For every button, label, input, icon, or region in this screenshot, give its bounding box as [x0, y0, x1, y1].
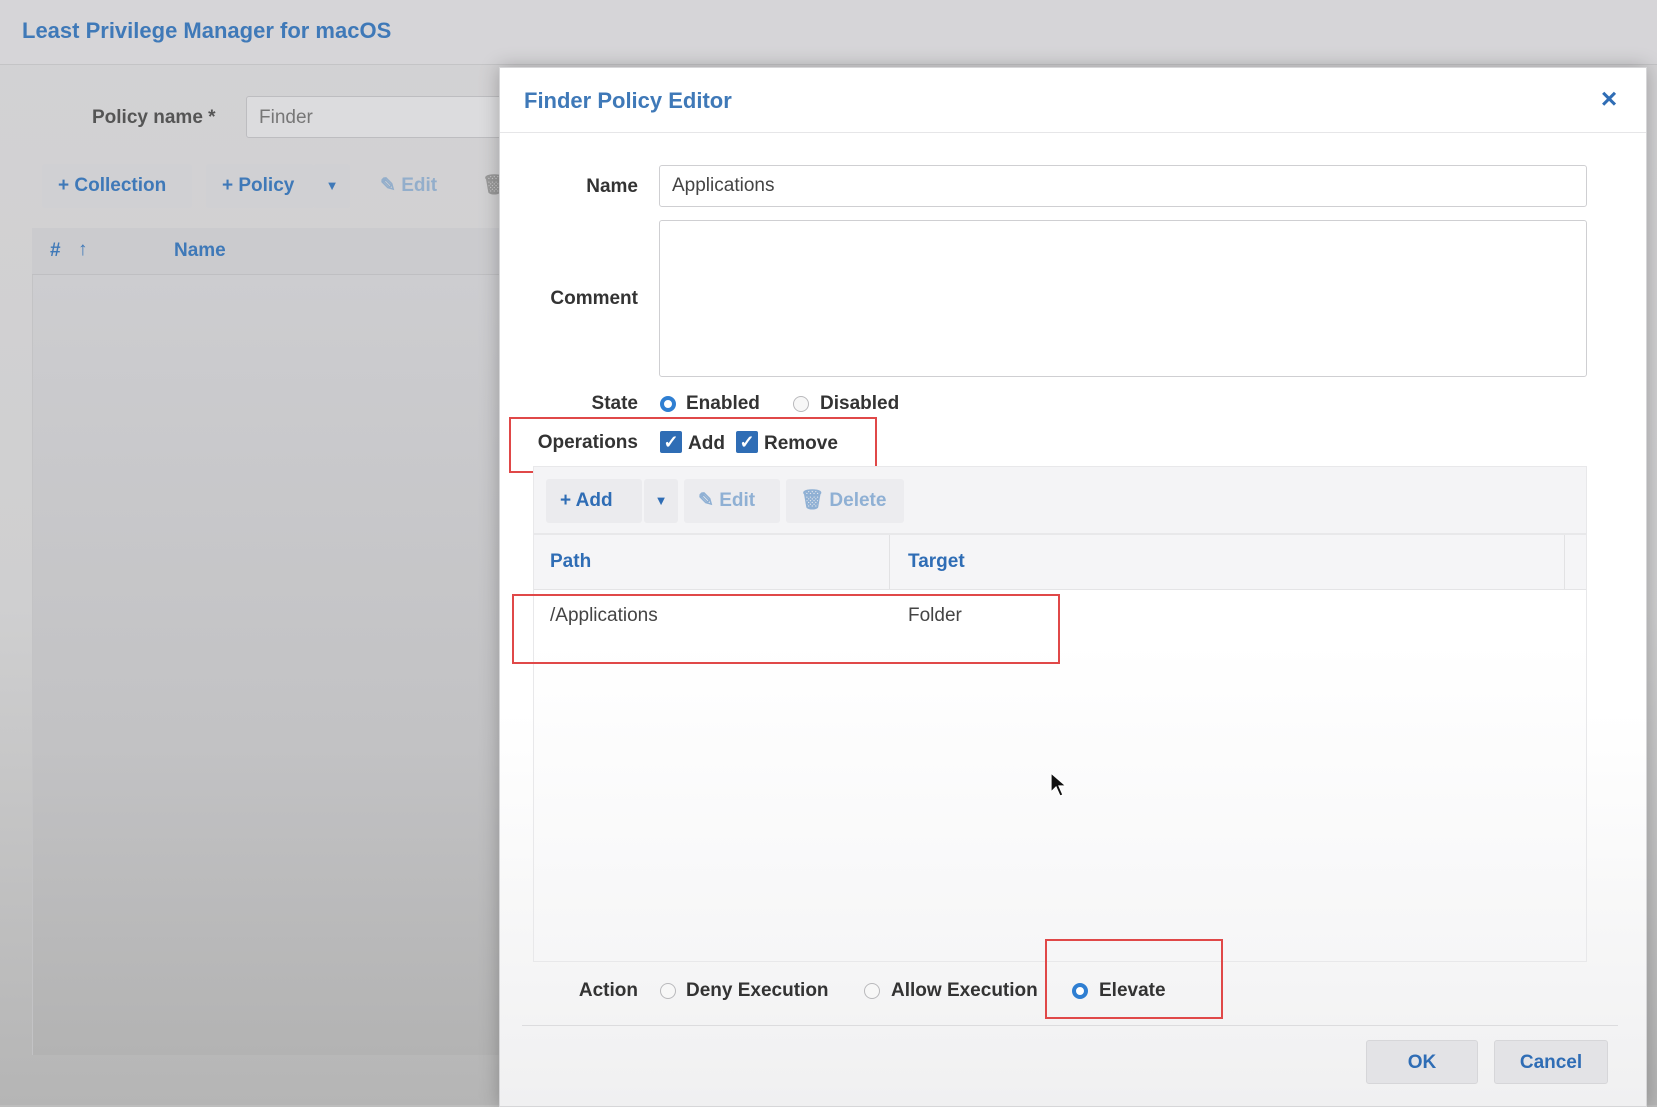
app-title: Least Privilege Manager for macOS	[22, 18, 392, 43]
name-label: Name	[586, 176, 638, 197]
policy-dropdown-icon[interactable]: ▼	[314, 164, 350, 208]
row-path-cell: /Applications	[550, 605, 658, 626]
path-edit-button[interactable]: ✎ Edit	[684, 479, 780, 523]
col-path[interactable]: Path	[550, 535, 591, 589]
path-delete-label: Delete	[829, 490, 887, 511]
action-deny-label[interactable]: Deny Execution	[686, 980, 829, 1002]
app-header: Least Privilege Manager for macOS	[0, 0, 1657, 65]
col-number[interactable]: #	[50, 240, 61, 262]
dialog-title: Finder Policy Editor	[524, 88, 732, 113]
pencil-icon: ✎	[380, 175, 402, 196]
dialog-header: Finder Policy Editor ×	[500, 68, 1646, 133]
action-allow-radio[interactable]	[864, 983, 880, 999]
path-toolbar: + Add ▼ ✎ Edit 🗑 Delete	[533, 466, 1587, 534]
state-disabled-radio[interactable]	[793, 396, 809, 412]
ok-button[interactable]: OK	[1366, 1040, 1478, 1084]
operations-label: Operations	[537, 432, 638, 453]
path-edit-label: Edit	[719, 490, 756, 511]
policy-name-label: Policy name *	[92, 107, 216, 128]
action-deny-radio[interactable]	[660, 983, 676, 999]
action-elevate-label[interactable]: Elevate	[1099, 980, 1166, 1002]
col-name[interactable]: Name	[174, 240, 226, 262]
app-edit-label: Edit	[401, 175, 438, 196]
footer-divider	[522, 1025, 1618, 1026]
state-disabled-label[interactable]: Disabled	[820, 393, 899, 415]
state-enabled-radio[interactable]	[660, 396, 676, 412]
row-target-cell: Folder	[908, 605, 962, 626]
operation-remove-checkbox[interactable]: ✓	[736, 431, 758, 453]
path-delete-button[interactable]: 🗑 Delete	[786, 479, 904, 523]
state-enabled-label[interactable]: Enabled	[686, 393, 760, 415]
column-divider	[1564, 535, 1565, 589]
operation-add-label[interactable]: Add	[688, 433, 725, 455]
state-label: State	[591, 393, 638, 414]
pencil-icon: ✎	[698, 490, 720, 511]
policy-name-input[interactable]: Finder	[246, 96, 516, 138]
cancel-button[interactable]: Cancel	[1494, 1040, 1608, 1084]
app-grid-body	[32, 275, 503, 1055]
add-collection-button[interactable]: + Collection	[42, 164, 192, 208]
column-divider	[889, 535, 890, 589]
app-edit-button[interactable]: ✎ Edit	[368, 164, 458, 208]
action-label: Action	[578, 980, 638, 1001]
sort-up-icon[interactable]: ↑	[78, 239, 88, 261]
col-target[interactable]: Target	[908, 535, 965, 589]
comment-label: Comment	[550, 288, 638, 309]
trash-icon: 🗑	[800, 490, 830, 511]
close-icon[interactable]: ×	[1592, 82, 1626, 116]
path-add-label: Add	[575, 490, 613, 511]
add-dropdown-icon[interactable]: ▼	[644, 479, 678, 523]
action-allow-label[interactable]: Allow Execution	[891, 980, 1038, 1002]
action-elevate-radio[interactable]	[1072, 983, 1088, 999]
operation-remove-label[interactable]: Remove	[764, 433, 838, 455]
plus-icon: +	[560, 490, 576, 511]
comment-field[interactable]	[659, 220, 1587, 377]
mouse-cursor-icon	[1050, 772, 1068, 797]
table-row[interactable]: /Applications Folder	[534, 589, 1586, 645]
path-table: Path Target /Applications Folder	[533, 534, 1587, 962]
path-table-header: Path Target	[534, 535, 1586, 590]
add-policy-button[interactable]: + Policy	[206, 164, 314, 208]
app-grid-header: # ↑ Name	[32, 228, 502, 275]
path-add-button[interactable]: + Add	[546, 479, 642, 523]
name-field[interactable]	[659, 165, 1587, 207]
operation-add-checkbox[interactable]: ✓	[660, 431, 682, 453]
